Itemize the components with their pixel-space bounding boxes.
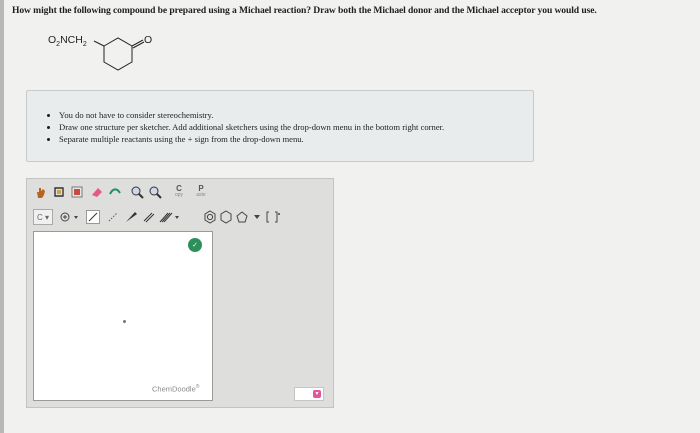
dropdown-arrow-icon: ▾ bbox=[313, 390, 321, 398]
instruction-item: Draw one structure per sketcher. Add add… bbox=[59, 121, 523, 133]
toolbar-row-2: C ▾ bbox=[33, 209, 323, 227]
question-text: How might the following compound be prep… bbox=[12, 5, 597, 16]
instruction-item: Separate multiple reactants using the + … bbox=[59, 133, 523, 145]
select-icon[interactable] bbox=[69, 184, 85, 200]
hand-icon[interactable] bbox=[33, 184, 49, 200]
chemdoodle-watermark: ChemDoodle® bbox=[152, 384, 200, 394]
drawing-canvas[interactable]: ✓ ChemDoodle® bbox=[33, 231, 213, 401]
element-dropdown[interactable]: C ▾ bbox=[33, 209, 53, 225]
double-bond-icon[interactable] bbox=[141, 209, 157, 225]
toolbar-row-1: Copy Paste bbox=[33, 184, 233, 204]
instruction-item: You do not have to consider stereochemis… bbox=[59, 109, 523, 121]
zoom-out-icon[interactable] bbox=[147, 184, 163, 200]
zoom-in-icon[interactable] bbox=[129, 184, 145, 200]
bracket-icon[interactable] bbox=[265, 209, 281, 225]
dashed-bond-icon[interactable] bbox=[105, 209, 121, 225]
wedge-bond-icon[interactable] bbox=[123, 209, 139, 225]
cyclohexane-ring-icon[interactable] bbox=[219, 209, 233, 225]
lasso-icon[interactable] bbox=[51, 184, 67, 200]
copy-button[interactable]: Copy bbox=[171, 184, 187, 200]
move-icon[interactable] bbox=[107, 184, 123, 200]
cyclopentane-ring-icon[interactable] bbox=[235, 209, 249, 225]
cyclohexanone-skeleton bbox=[93, 37, 145, 71]
canvas-cursor-dot bbox=[123, 320, 126, 323]
add-sketcher-dropdown[interactable]: ▾ bbox=[294, 387, 324, 401]
bond-dropdown-icon[interactable] bbox=[159, 209, 181, 225]
left-edge-bar bbox=[0, 0, 4, 433]
compound-structure: O2NCH2 O bbox=[48, 30, 178, 90]
ring-dropdown-icon[interactable] bbox=[251, 209, 263, 225]
instructions-panel: You do not have to consider stereochemis… bbox=[26, 90, 534, 162]
chemdoodle-sketcher: Copy Paste C ▾ ✓ ChemDoodle® bbox=[26, 178, 334, 408]
valid-badge: ✓ bbox=[188, 238, 202, 252]
eraser-icon[interactable] bbox=[89, 184, 105, 200]
single-bond-icon[interactable] bbox=[85, 209, 101, 225]
charge-dropdown-icon[interactable] bbox=[59, 209, 81, 225]
benzene-ring-icon[interactable] bbox=[203, 209, 217, 225]
paste-button[interactable]: Paste bbox=[193, 184, 209, 200]
